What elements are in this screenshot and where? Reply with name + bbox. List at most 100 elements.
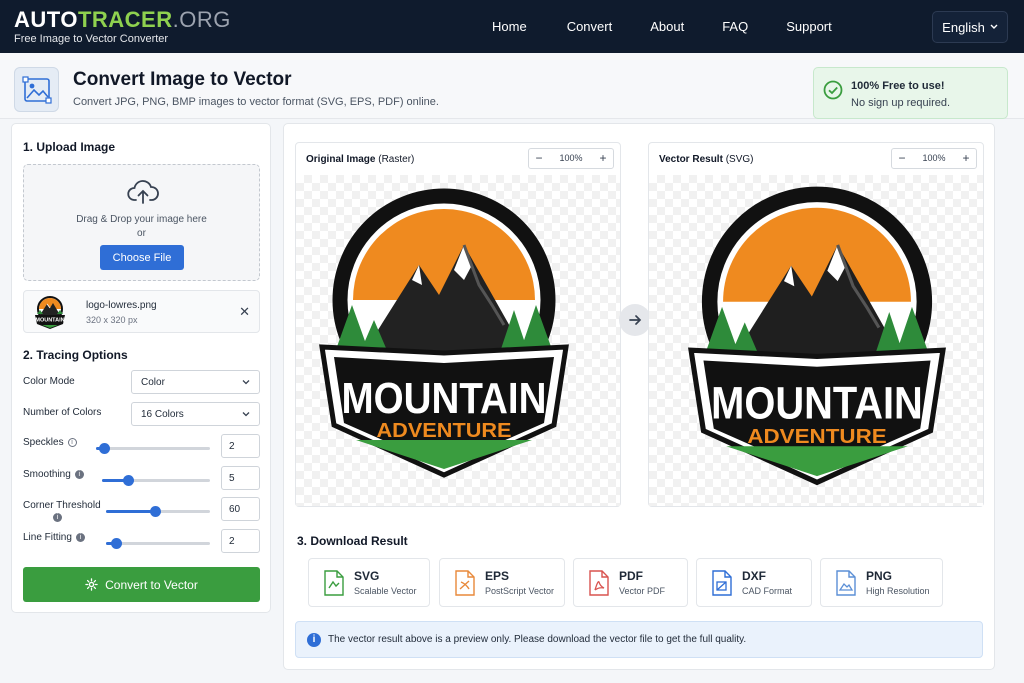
num-colors-label: Number of Colors bbox=[23, 407, 102, 418]
download-section-title: 3. Download Result bbox=[297, 534, 408, 548]
color-mode-select[interactable]: Color bbox=[131, 370, 260, 394]
nav-faq[interactable]: FAQ bbox=[698, 19, 762, 34]
gear-icon bbox=[85, 578, 98, 591]
nav-home[interactable]: Home bbox=[478, 19, 541, 34]
slider-thumb[interactable] bbox=[98, 443, 110, 454]
brand-name-part1: AUTO bbox=[14, 7, 78, 32]
line-fitting-input[interactable]: 2 bbox=[221, 529, 260, 553]
chevron-down-icon bbox=[990, 24, 998, 29]
slider-thumb[interactable] bbox=[149, 506, 161, 517]
uploaded-file-card: MOUNTAIN logo-lowres.png 320 x 320 px ✕ bbox=[23, 290, 260, 333]
convert-to-vector-button[interactable]: Convert to Vector bbox=[23, 567, 260, 602]
download-svg-button[interactable]: SVG Scalable Vector bbox=[308, 558, 430, 607]
nav-support[interactable]: Support bbox=[762, 19, 846, 34]
mountain-adventure-logo-raster: MOUNTAIN ADVENTURE bbox=[319, 188, 569, 478]
smoothing-input[interactable]: 5 bbox=[221, 466, 260, 490]
upload-dropzone[interactable]: Drag & Drop your image here or Choose Fi… bbox=[23, 164, 260, 281]
num-colors-select[interactable]: 16 Colors bbox=[131, 402, 260, 426]
info-icon: i bbox=[307, 633, 321, 647]
download-png-button[interactable]: PNG High Resolution bbox=[820, 558, 943, 607]
speckles-label: Speckles i bbox=[23, 437, 77, 448]
speckles-label-text: Speckles bbox=[23, 437, 64, 448]
info-icon[interactable]: i bbox=[75, 532, 85, 542]
info-icon[interactable]: i bbox=[67, 437, 77, 447]
brand-name-part2: TRACER bbox=[77, 7, 173, 32]
vector-result-title: Vector Result (SVG) bbox=[659, 154, 753, 165]
image-vector-icon bbox=[14, 67, 59, 112]
chevron-down-icon bbox=[242, 380, 250, 385]
mountain-adventure-logo-vector: MOUNTAIN ADVENTURE bbox=[688, 186, 946, 486]
nav-convert[interactable]: Convert bbox=[541, 19, 627, 34]
format-name: EPS bbox=[485, 569, 510, 583]
slider-thumb[interactable] bbox=[122, 475, 134, 486]
eps-file-icon bbox=[455, 570, 475, 596]
zoom-out-button[interactable]: − bbox=[529, 149, 549, 168]
original-title-rest: (Raster) bbox=[375, 154, 415, 165]
remove-file-icon[interactable]: ✕ bbox=[239, 304, 250, 320]
download-pdf-button[interactable]: PDF Vector PDF bbox=[573, 558, 688, 607]
color-mode-value: Color bbox=[141, 376, 165, 388]
info-icon[interactable]: i bbox=[74, 469, 84, 479]
corner-label: Corner Threshold i bbox=[23, 500, 103, 524]
format-description: CAD Format bbox=[742, 586, 793, 596]
page-title: Convert Image to Vector bbox=[73, 69, 292, 90]
page-subtitle: Convert JPG, PNG, BMP images to vector f… bbox=[73, 96, 439, 108]
line-fitting-label-text: Line Fitting bbox=[23, 532, 72, 543]
language-label: English bbox=[942, 19, 985, 35]
png-file-icon bbox=[836, 570, 856, 596]
slider-fill bbox=[106, 510, 155, 513]
original-zoom-control: − 100% + bbox=[528, 148, 614, 169]
zoom-level: 100% bbox=[559, 153, 583, 163]
pdf-file-icon bbox=[589, 570, 609, 596]
zoom-in-button[interactable]: + bbox=[593, 149, 613, 168]
speckles-slider[interactable] bbox=[96, 440, 210, 456]
choose-file-button[interactable]: Choose File bbox=[100, 245, 184, 270]
cloud-upload-icon bbox=[127, 180, 159, 204]
original-image-canvas: MOUNTAIN ADVENTURE bbox=[296, 175, 620, 506]
original-title-bold: Original Image bbox=[306, 154, 376, 165]
format-name: PNG bbox=[866, 569, 893, 583]
nav-about[interactable]: About bbox=[626, 19, 698, 34]
original-image-title: Original Image (Raster) bbox=[306, 154, 414, 165]
vector-title-rest: (SVG) bbox=[722, 154, 754, 165]
language-selector[interactable]: English bbox=[932, 11, 1008, 43]
zoom-in-button[interactable]: + bbox=[956, 149, 976, 168]
format-description: High Resolution bbox=[866, 586, 930, 596]
top-navbar: AUTOTRACER.ORG Free Image to Vector Conv… bbox=[0, 0, 1024, 53]
line-fitting-slider[interactable] bbox=[106, 535, 210, 551]
notice-text: The vector result above is a preview onl… bbox=[328, 634, 747, 645]
original-card-header: Original Image (Raster) − 100% + bbox=[296, 143, 620, 175]
free-badge: 100% Free to use! No sign up required. bbox=[813, 67, 1008, 119]
corner-threshold-slider[interactable] bbox=[106, 503, 210, 519]
upload-section-title: 1. Upload Image bbox=[23, 140, 116, 154]
brand-name: AUTOTRACER.ORG bbox=[14, 8, 231, 32]
color-mode-label: Color Mode bbox=[23, 376, 75, 387]
smoothing-label-text: Smoothing bbox=[23, 469, 71, 480]
slider-track bbox=[96, 447, 210, 450]
nav-links: Home Convert About FAQ Support bbox=[478, 0, 846, 53]
arrow-right-icon bbox=[619, 304, 651, 336]
free-subtitle: No sign up required. bbox=[851, 97, 951, 109]
slider-thumb[interactable] bbox=[111, 538, 123, 549]
original-image-card: Original Image (Raster) − 100% + MOUNTAI… bbox=[295, 142, 621, 507]
logo-line1-text: MOUNTAIN bbox=[342, 374, 547, 423]
brand-logo[interactable]: AUTOTRACER.ORG Free Image to Vector Conv… bbox=[14, 8, 231, 46]
corner-threshold-input[interactable]: 60 bbox=[221, 497, 260, 521]
format-description: PostScript Vector bbox=[485, 586, 555, 596]
format-name: DXF bbox=[742, 569, 766, 583]
download-dxf-button[interactable]: DXF CAD Format bbox=[696, 558, 812, 607]
vector-title-bold: Vector Result bbox=[659, 154, 723, 165]
logo-line2-text: ADVENTURE bbox=[747, 425, 886, 448]
logo-line2-text: ADVENTURE bbox=[377, 420, 512, 442]
info-icon[interactable]: i bbox=[53, 512, 62, 522]
zoom-out-button[interactable]: − bbox=[892, 149, 912, 168]
download-eps-button[interactable]: EPS PostScript Vector bbox=[439, 558, 565, 607]
options-panel: 1. Upload Image Drag & Drop your image h… bbox=[11, 123, 271, 613]
chevron-down-icon bbox=[242, 412, 250, 417]
vector-zoom-control: − 100% + bbox=[891, 148, 977, 169]
file-name: logo-lowres.png bbox=[86, 300, 157, 311]
speckles-input[interactable]: 2 bbox=[221, 434, 260, 458]
svg-file-icon bbox=[324, 570, 344, 596]
file-dimensions: 320 x 320 px bbox=[86, 315, 138, 325]
smoothing-slider[interactable] bbox=[102, 472, 210, 488]
